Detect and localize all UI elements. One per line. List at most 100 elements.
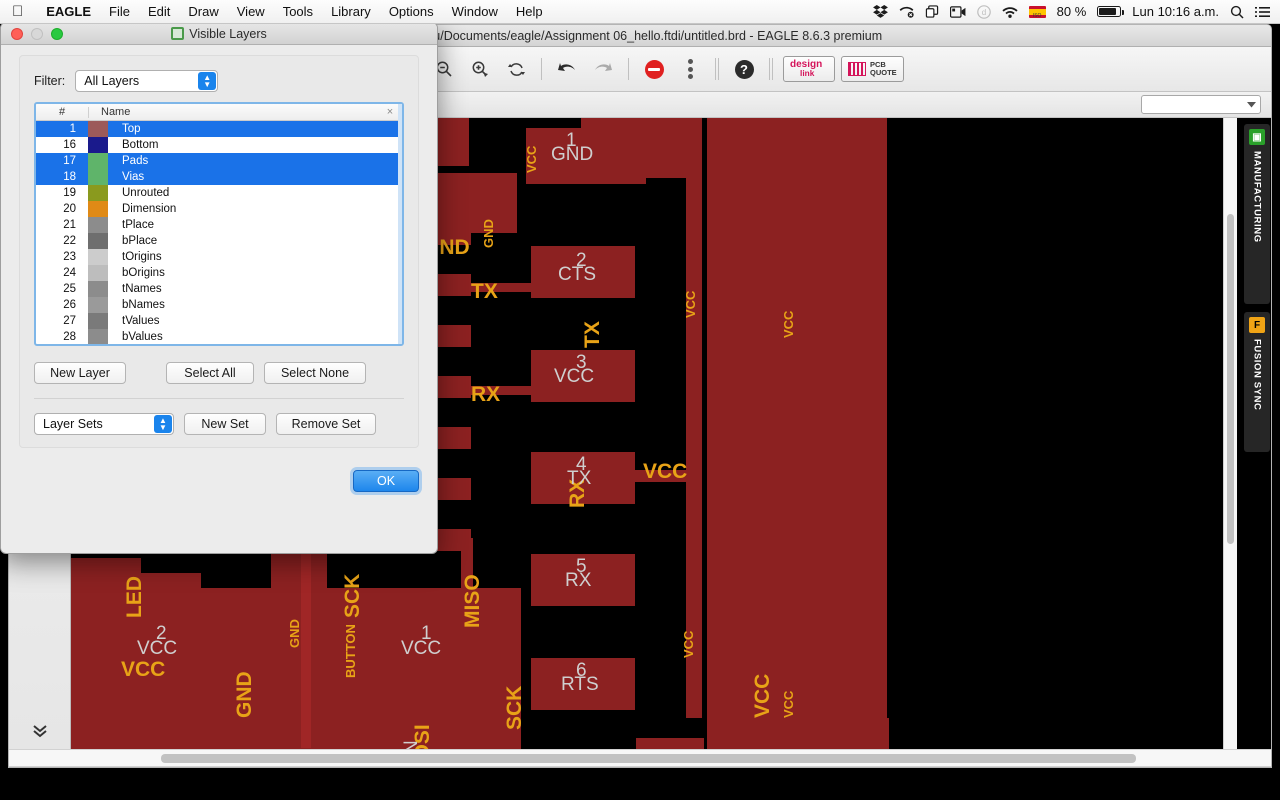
- layer-color-swatch[interactable]: [88, 313, 108, 329]
- dropbox-icon[interactable]: [872, 5, 888, 18]
- layer-row[interactable]: 23 tOrigins: [36, 249, 402, 265]
- layer-row[interactable]: 21 tPlace: [36, 217, 402, 233]
- menu-library[interactable]: Library: [322, 4, 380, 19]
- layer-row[interactable]: 20 Dimension: [36, 201, 402, 217]
- net-label: SCK: [503, 685, 526, 730]
- clock-label[interactable]: Lun 10:16 a.m.: [1132, 4, 1219, 19]
- menu-tools[interactable]: Tools: [274, 4, 322, 19]
- menu-help[interactable]: Help: [507, 4, 552, 19]
- layers-listbox[interactable]: # Name × 1 Top 16 Bottom 17 Pads 18 Vias 19 Unrou…: [34, 102, 404, 346]
- layer-color-swatch[interactable]: [88, 281, 108, 297]
- layer-row[interactable]: 16 Bottom: [36, 137, 402, 153]
- ok-button[interactable]: OK: [353, 470, 419, 492]
- layer-row[interactable]: 26 bNames: [36, 297, 402, 313]
- layer-row[interactable]: 18 Vias: [36, 169, 402, 185]
- camera-icon[interactable]: [949, 5, 966, 18]
- menu-window[interactable]: Window: [443, 4, 507, 19]
- layer-row[interactable]: 28 bValues: [36, 329, 402, 344]
- search-icon[interactable]: [1230, 5, 1244, 19]
- layer-color-swatch[interactable]: [88, 297, 108, 313]
- layer-row[interactable]: 29 tStop: [36, 345, 402, 346]
- net-label: BUTTON: [343, 624, 358, 678]
- design-link-button[interactable]: design link: [783, 56, 835, 82]
- redo-icon[interactable]: [588, 54, 618, 84]
- layer-color-swatch[interactable]: [88, 329, 108, 344]
- chip-icon: ▣: [1249, 129, 1265, 145]
- menu-eagle[interactable]: EAGLE: [37, 4, 100, 19]
- wifi-icon[interactable]: [1002, 6, 1018, 18]
- layer-color-swatch[interactable]: [88, 185, 108, 201]
- dock-tab-fusion-sync[interactable]: F FUSION SYNC: [1244, 312, 1270, 452]
- fusion-icon: F: [1249, 317, 1265, 333]
- help-icon[interactable]: ?: [729, 54, 759, 84]
- layer-row[interactable]: 25 tNames: [36, 281, 402, 297]
- stepper-icon: ▲ ▼: [154, 415, 172, 433]
- layer-row[interactable]: 1 Top: [36, 121, 402, 137]
- new-set-button[interactable]: New Set: [184, 413, 266, 435]
- d-circle-icon[interactable]: d: [976, 4, 991, 19]
- canvas-vertical-scrollbar[interactable]: [1223, 118, 1237, 749]
- layer-color-swatch[interactable]: [88, 265, 108, 281]
- layer-color-swatch[interactable]: [88, 153, 108, 169]
- layer-combo[interactable]: [1141, 95, 1261, 114]
- layer-color-swatch[interactable]: [88, 233, 108, 249]
- menu-draw[interactable]: Draw: [179, 4, 227, 19]
- layer-name: tStop: [108, 345, 149, 346]
- net-label: GND: [287, 619, 302, 648]
- layer-row[interactable]: 22 bPlace: [36, 233, 402, 249]
- layer-row[interactable]: 19 Unrouted: [36, 185, 402, 201]
- screen-share-icon[interactable]: [925, 5, 939, 18]
- pad-name: VCC: [554, 366, 595, 387]
- battery-icon[interactable]: [1097, 6, 1125, 17]
- dock-tab-manufacturing[interactable]: ▣ MANUFACTURING: [1244, 124, 1270, 304]
- wifi-off-icon[interactable]: [899, 5, 914, 18]
- pcb-quote-button[interactable]: PCB QUOTE: [841, 56, 904, 82]
- new-layer-button[interactable]: New Layer: [34, 362, 126, 384]
- vcc-branch-trace: [635, 152, 695, 164]
- dialog-titlebar: Visible Layers: [1, 23, 437, 45]
- undo-icon[interactable]: [552, 54, 582, 84]
- input-source-flag-icon[interactable]: [1028, 5, 1046, 19]
- pad-name: CTS: [558, 264, 596, 285]
- layer-color-swatch[interactable]: [88, 169, 108, 185]
- menu-options[interactable]: Options: [380, 4, 443, 19]
- select-none-button[interactable]: Select None: [264, 362, 366, 384]
- apple-menu-icon[interactable]: : [12, 4, 23, 19]
- chevron-down-icon: [1247, 102, 1256, 108]
- notification-center-icon[interactable]: [1255, 6, 1270, 18]
- redraw-icon[interactable]: [501, 54, 531, 84]
- macos-menubar:  EAGLE File Edit Draw View Tools Librar…: [0, 0, 1280, 24]
- layer-name: bPlace: [122, 235, 158, 247]
- pad-name: TX: [567, 468, 592, 489]
- net-label: GND: [481, 219, 496, 248]
- layer-color-swatch[interactable]: [88, 201, 108, 217]
- window-title: umburu/Documents/eagle/Assignment 06_hel…: [397, 28, 883, 43]
- layer-color-swatch[interactable]: [88, 249, 108, 265]
- listbox-edge: [398, 104, 402, 344]
- pcb-pad: [731, 738, 789, 749]
- stop-icon[interactable]: [639, 54, 669, 84]
- menu-view[interactable]: View: [228, 4, 274, 19]
- menu-edit[interactable]: Edit: [139, 4, 179, 19]
- layer-sets-select[interactable]: Layer Sets ▲ ▼: [34, 413, 174, 435]
- net-label: VCC: [683, 290, 698, 318]
- layer-color-swatch[interactable]: [88, 121, 108, 137]
- layer-name: bNames: [122, 299, 165, 311]
- canvas-horizontal-scrollbar[interactable]: [9, 749, 1271, 766]
- remove-set-button[interactable]: Remove Set: [276, 413, 376, 435]
- pad-name: RTS: [561, 674, 599, 695]
- net-label: VCC: [524, 145, 539, 173]
- menu-file[interactable]: File: [100, 4, 139, 19]
- zoom-select-icon[interactable]: [465, 54, 495, 84]
- layer-color-swatch[interactable]: [88, 137, 108, 153]
- layer-row[interactable]: 17 Pads: [36, 153, 402, 169]
- layer-name: tValues: [122, 315, 160, 327]
- select-all-button[interactable]: Select All: [166, 362, 254, 384]
- more-options-icon[interactable]: [675, 54, 705, 84]
- layer-color-swatch[interactable]: [88, 217, 108, 233]
- layer-color-swatch[interactable]: [88, 345, 108, 346]
- layer-row[interactable]: 24 bOrigins: [36, 265, 402, 281]
- layer-row[interactable]: 27 tValues: [36, 313, 402, 329]
- tool-palette-expand-icon[interactable]: [30, 723, 50, 743]
- filter-select[interactable]: All Layers ▲ ▼: [75, 70, 219, 92]
